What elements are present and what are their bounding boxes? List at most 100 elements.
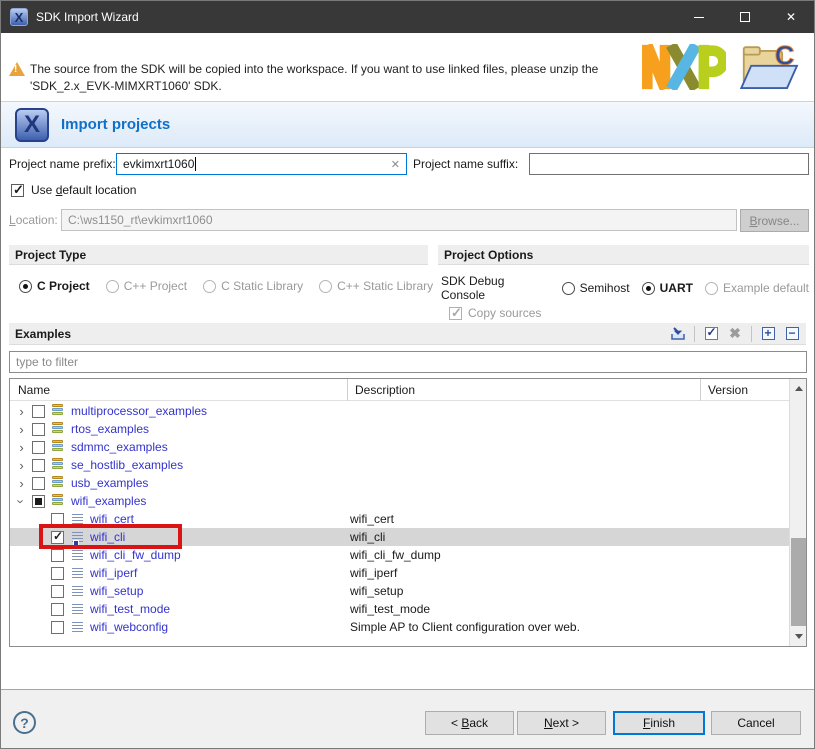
row-checkbox[interactable]	[32, 459, 45, 472]
project-type-options: C ProjectC++ ProjectC Static LibraryC++ …	[19, 279, 428, 293]
row-label[interactable]: wifi_webconfig	[90, 620, 168, 634]
chevron-right-icon[interactable]	[16, 476, 27, 491]
import-sdk-examples-icon[interactable]	[670, 326, 686, 342]
column-header-name[interactable]: Name	[10, 379, 347, 401]
nxp-logo	[642, 44, 726, 90]
console-option-semihost[interactable]: Semihost	[562, 281, 630, 295]
scrollbar-thumb[interactable]	[791, 538, 806, 626]
tree-row-wifi_iperf[interactable]: wifi_iperf wifi_iperf	[10, 564, 789, 582]
chevron-down-icon[interactable]	[16, 494, 27, 509]
select-all-icon[interactable]	[703, 326, 719, 342]
category-icon	[51, 476, 66, 490]
row-description: wifi_iperf	[350, 566, 397, 580]
cancel-button[interactable]: Cancel	[711, 711, 801, 735]
browse-button: Browse...	[740, 209, 809, 232]
finish-button[interactable]: Finish	[613, 711, 705, 735]
tree-row-sdmmc_examples[interactable]: sdmmc_examples	[10, 438, 789, 456]
project-options-group: Project Options SDK Debug Console Semiho…	[438, 245, 809, 319]
close-button[interactable]	[768, 1, 814, 33]
back-button[interactable]: < Back	[425, 711, 514, 735]
column-header-version[interactable]: Version	[700, 379, 789, 401]
sdk-import-wizard-window: { "window": { "title": "SDK Import Wizar…	[0, 0, 815, 749]
row-label[interactable]: wifi_cert	[90, 512, 134, 526]
radio-label: Example default	[723, 281, 809, 295]
project-type-option-c-project[interactable]: C Project	[19, 279, 90, 293]
row-checkbox[interactable]	[51, 621, 64, 634]
chevron-right-icon[interactable]	[16, 404, 27, 419]
tree-row-se_hostlib_examples[interactable]: se_hostlib_examples	[10, 456, 789, 474]
chevron-right-icon[interactable]	[16, 422, 27, 437]
row-checkbox[interactable]	[32, 495, 45, 508]
row-checkbox[interactable]	[32, 423, 45, 436]
collapse-all-icon[interactable]: −	[784, 326, 800, 342]
expand-all-icon[interactable]: +	[760, 326, 776, 342]
row-checkbox[interactable]	[51, 567, 64, 580]
tree-row-wifi_cli_fw_dump[interactable]: wifi_cli_fw_dump wifi_cli_fw_dump	[10, 546, 789, 564]
project-type-option-c-project: C++ Project	[106, 279, 187, 293]
chevron-right-icon[interactable]	[16, 440, 27, 455]
tree-row-wifi_webconfig[interactable]: wifi_webconfig Simple AP to Client config…	[10, 618, 789, 636]
radio-label: C Project	[37, 279, 90, 293]
row-checkbox[interactable]	[51, 585, 64, 598]
row-checkbox[interactable]	[32, 405, 45, 418]
help-button[interactable]: ?	[13, 711, 36, 734]
copy-sources-row: Copy sources	[449, 306, 809, 320]
project-type-group: Project Type C ProjectC++ ProjectC Stati…	[9, 245, 428, 319]
tree-row-wifi_cli[interactable]: wifi_cliwifi_cli	[10, 528, 789, 546]
row-description: Simple AP to Client configuration over w…	[350, 620, 580, 634]
category-icon	[51, 404, 66, 418]
next-button[interactable]: Next >	[517, 711, 606, 735]
tree-row-wifi_examples[interactable]: wifi_examples	[10, 492, 789, 510]
use-default-location-row[interactable]: Use default location	[11, 182, 136, 198]
location-input: C:\ws1150_rt\evkimxrt1060	[61, 209, 737, 231]
scroll-up-icon[interactable]	[790, 380, 807, 397]
category-icon	[51, 422, 66, 436]
row-label[interactable]: wifi_iperf	[90, 566, 137, 580]
table-header: Name Description Version	[10, 379, 789, 401]
row-label[interactable]: wifi_cli_fw_dump	[90, 548, 181, 562]
row-checkbox[interactable]	[51, 603, 64, 616]
use-default-location-checkbox[interactable]	[11, 184, 24, 197]
tree-row-wifi_test_mode[interactable]: wifi_test_modewifi_test_mode	[10, 600, 789, 618]
example-icon	[70, 548, 85, 562]
row-checkbox[interactable]	[32, 441, 45, 454]
vertical-scrollbar[interactable]	[789, 379, 806, 646]
row-label[interactable]: multiprocessor_examples	[71, 404, 207, 418]
radio-label: Semihost	[580, 281, 630, 295]
row-checkbox[interactable]	[51, 513, 64, 526]
window-title: SDK Import Wizard	[36, 10, 139, 24]
radio-icon[interactable]	[562, 282, 575, 295]
column-header-description[interactable]: Description	[347, 379, 700, 401]
row-label[interactable]: wifi_setup	[90, 584, 143, 598]
project-options-header: Project Options	[438, 245, 809, 265]
tree-row-wifi_setup[interactable]: wifi_setupwifi_setup	[10, 582, 789, 600]
console-option-uart[interactable]: UART	[642, 281, 693, 295]
row-checkbox[interactable]	[51, 549, 64, 562]
row-checkbox[interactable]	[51, 531, 64, 544]
row-description: wifi_cli_fw_dump	[350, 548, 441, 562]
example-icon	[70, 602, 85, 616]
project-name-prefix-input[interactable]: evkimxrt1060	[116, 153, 407, 175]
radio-icon[interactable]	[19, 280, 32, 293]
row-label[interactable]: sdmmc_examples	[71, 440, 168, 454]
chevron-right-icon[interactable]	[16, 458, 27, 473]
tree-row-usb_examples[interactable]: usb_examples	[10, 474, 789, 492]
row-label[interactable]: rtos_examples	[71, 422, 149, 436]
radio-icon[interactable]	[642, 282, 655, 295]
row-label[interactable]: wifi_examples	[71, 494, 146, 508]
row-label[interactable]: wifi_test_mode	[90, 602, 170, 616]
tree-row-rtos_examples[interactable]: rtos_examples	[10, 420, 789, 438]
scroll-down-icon[interactable]	[790, 628, 807, 645]
project-name-suffix-input[interactable]	[529, 153, 809, 175]
row-label[interactable]: se_hostlib_examples	[71, 458, 183, 472]
filter-input[interactable]	[9, 351, 807, 373]
footer: ? < Back Next > Finish Cancel	[1, 689, 814, 748]
tree-row-wifi_cert[interactable]: wifi_certwifi_cert	[10, 510, 789, 528]
tree-row-multiprocessor_examples[interactable]: multiprocessor_examples	[10, 402, 789, 420]
row-label[interactable]: usb_examples	[71, 476, 148, 490]
maximize-button[interactable]	[722, 1, 768, 33]
clear-input-icon[interactable]	[391, 158, 400, 171]
row-checkbox[interactable]	[32, 477, 45, 490]
minimize-button[interactable]	[676, 1, 722, 33]
row-label[interactable]: wifi_cli	[90, 530, 125, 544]
